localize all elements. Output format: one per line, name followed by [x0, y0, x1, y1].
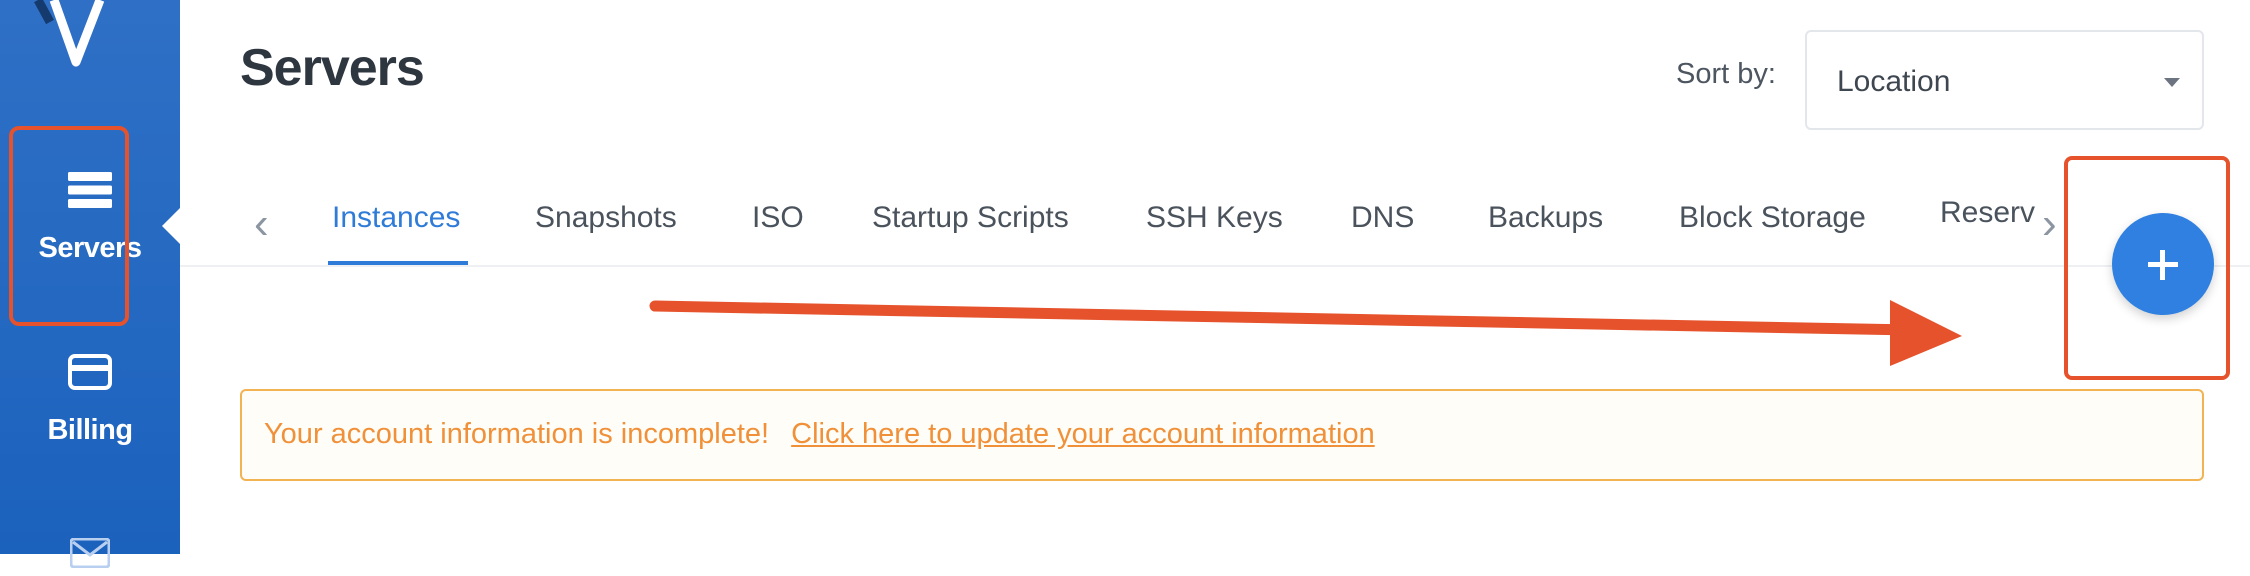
tab-startup-scripts[interactable]: Startup Scripts [872, 201, 1069, 235]
add-server-button[interactable] [2112, 213, 2214, 315]
sidebar-item-label: Billing [47, 414, 133, 446]
caret-down-icon [2164, 78, 2180, 87]
sort-selected-value: Location [1837, 65, 1951, 98]
sidebar-item-support[interactable] [0, 537, 180, 576]
alert-message: Your account information is incomplete! [264, 418, 770, 450]
annotation-highlight-servers [9, 126, 129, 326]
tab-overflow-clip: Reserv [1940, 196, 2050, 242]
vultr-logo[interactable] [24, 0, 124, 70]
tab-iso[interactable]: ISO [752, 201, 804, 235]
credit-card-icon [0, 354, 180, 398]
tabs-divider [180, 265, 2250, 267]
active-indicator [162, 208, 180, 244]
tab-backups[interactable]: Backups [1488, 201, 1603, 235]
active-tab-underline [328, 261, 468, 265]
sort-label: Sort by: [1676, 58, 1776, 90]
tab-reserved-ips[interactable]: Reserv [1940, 196, 2035, 230]
chevron-right-icon[interactable]: › [2042, 202, 2057, 246]
chevron-left-icon[interactable]: ‹ [254, 202, 269, 246]
tab-instances[interactable]: Instances [332, 201, 460, 235]
account-warning-alert: Your account information is incomplete! … [240, 389, 2204, 481]
annotation-arrow [649, 300, 1962, 366]
mail-icon [0, 537, 180, 576]
update-account-link[interactable]: Click here to update your account inform… [791, 418, 1375, 450]
tab-ssh-keys[interactable]: SSH Keys [1146, 201, 1283, 235]
page-title: Servers [240, 39, 425, 97]
sidebar-item-billing[interactable]: Billing [0, 354, 180, 447]
tab-dns[interactable]: DNS [1351, 201, 1414, 235]
sort-select[interactable]: Location [1805, 30, 2204, 130]
tab-snapshots[interactable]: Snapshots [535, 201, 677, 235]
tab-block-storage[interactable]: Block Storage [1679, 201, 1866, 235]
